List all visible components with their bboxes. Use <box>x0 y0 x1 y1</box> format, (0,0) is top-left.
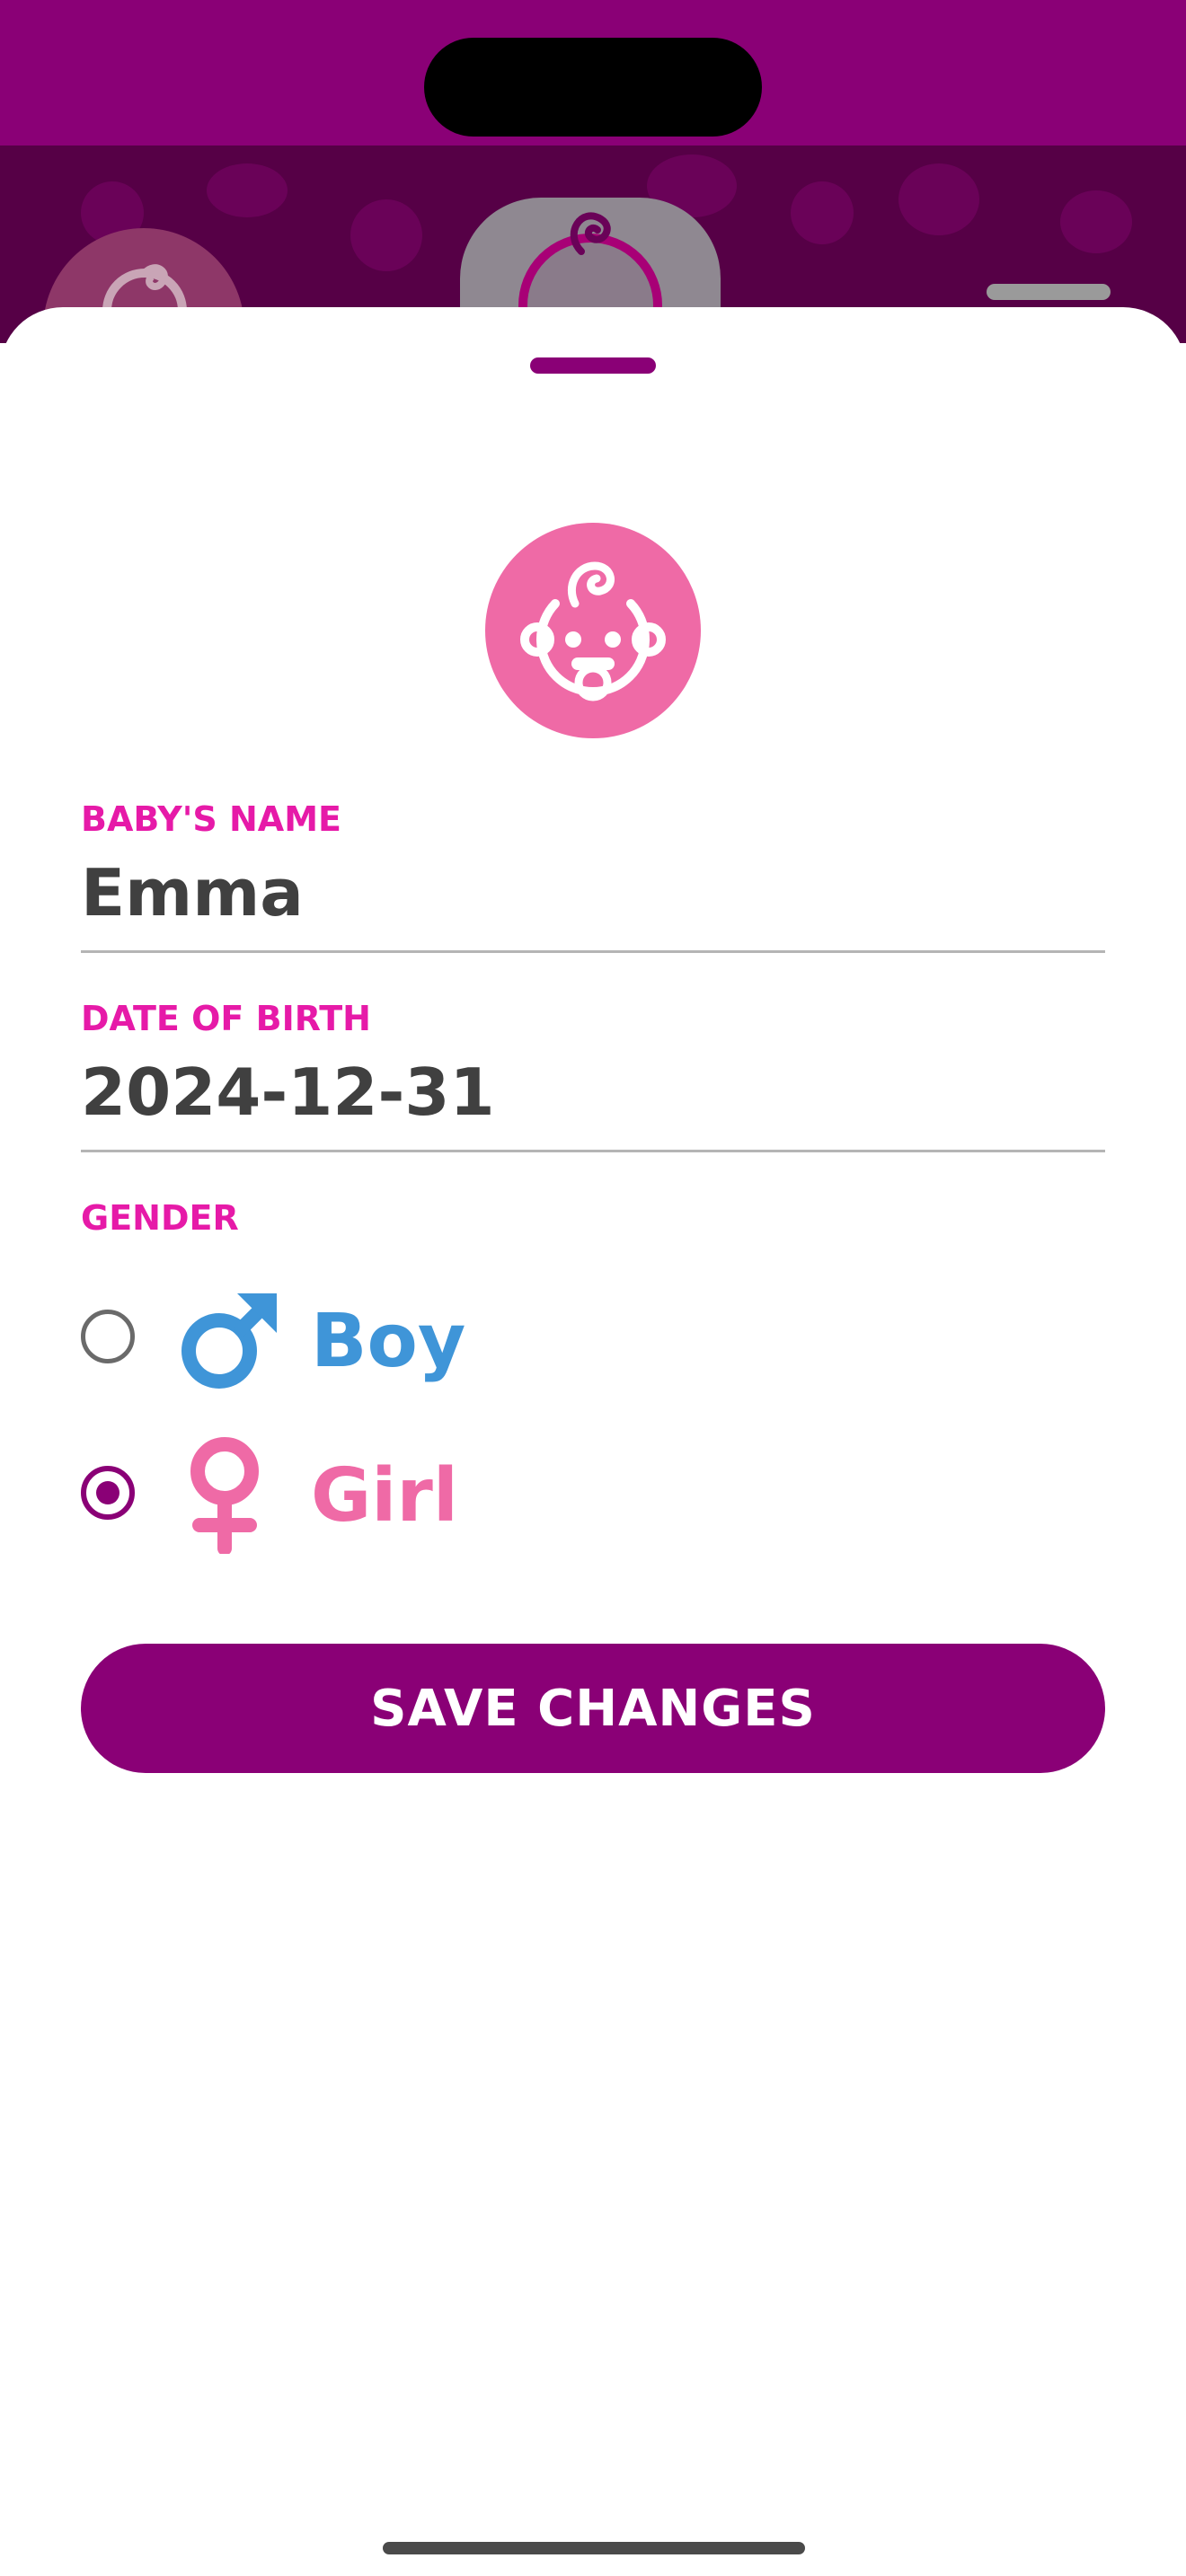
dob-input[interactable]: 2024-12-31 <box>81 1054 495 1130</box>
name-label: BABY'S NAME <box>81 799 341 839</box>
edit-sheet: BABY'S NAME Emma DATE OF BIRTH 2024-12-3… <box>0 307 1186 2576</box>
curl-icon <box>570 212 611 255</box>
pattern-decoration <box>791 181 854 244</box>
male-symbol-icon <box>181 1293 277 1389</box>
edit-baby-screen: BABY'S NAME Emma DATE OF BIRTH 2024-12-3… <box>0 0 1186 2576</box>
status-bar <box>0 0 1186 146</box>
pattern-decoration <box>1060 190 1132 253</box>
female-symbol-icon <box>190 1437 259 1554</box>
home-indicator[interactable] <box>383 2542 805 2554</box>
gender-label: GENDER <box>81 1198 239 1238</box>
girl-label[interactable]: Girl <box>311 1453 458 1539</box>
radio-boy[interactable] <box>81 1310 135 1363</box>
background-handle <box>987 284 1111 300</box>
dynamic-island <box>424 38 762 137</box>
dob-label: DATE OF BIRTH <box>81 999 371 1038</box>
sheet-grabber[interactable] <box>530 357 656 374</box>
name-underline <box>81 950 1105 953</box>
baby-avatar[interactable] <box>485 523 701 738</box>
pattern-decoration <box>350 199 422 271</box>
baby-face-icon <box>520 561 666 701</box>
dob-underline <box>81 1150 1105 1152</box>
pattern-decoration <box>898 163 979 235</box>
save-changes-button[interactable]: SAVE CHANGES <box>81 1644 1105 1773</box>
boy-label[interactable]: Boy <box>311 1299 465 1384</box>
pattern-decoration <box>207 163 288 217</box>
radio-girl[interactable] <box>81 1466 135 1520</box>
name-input[interactable]: Emma <box>81 855 304 931</box>
